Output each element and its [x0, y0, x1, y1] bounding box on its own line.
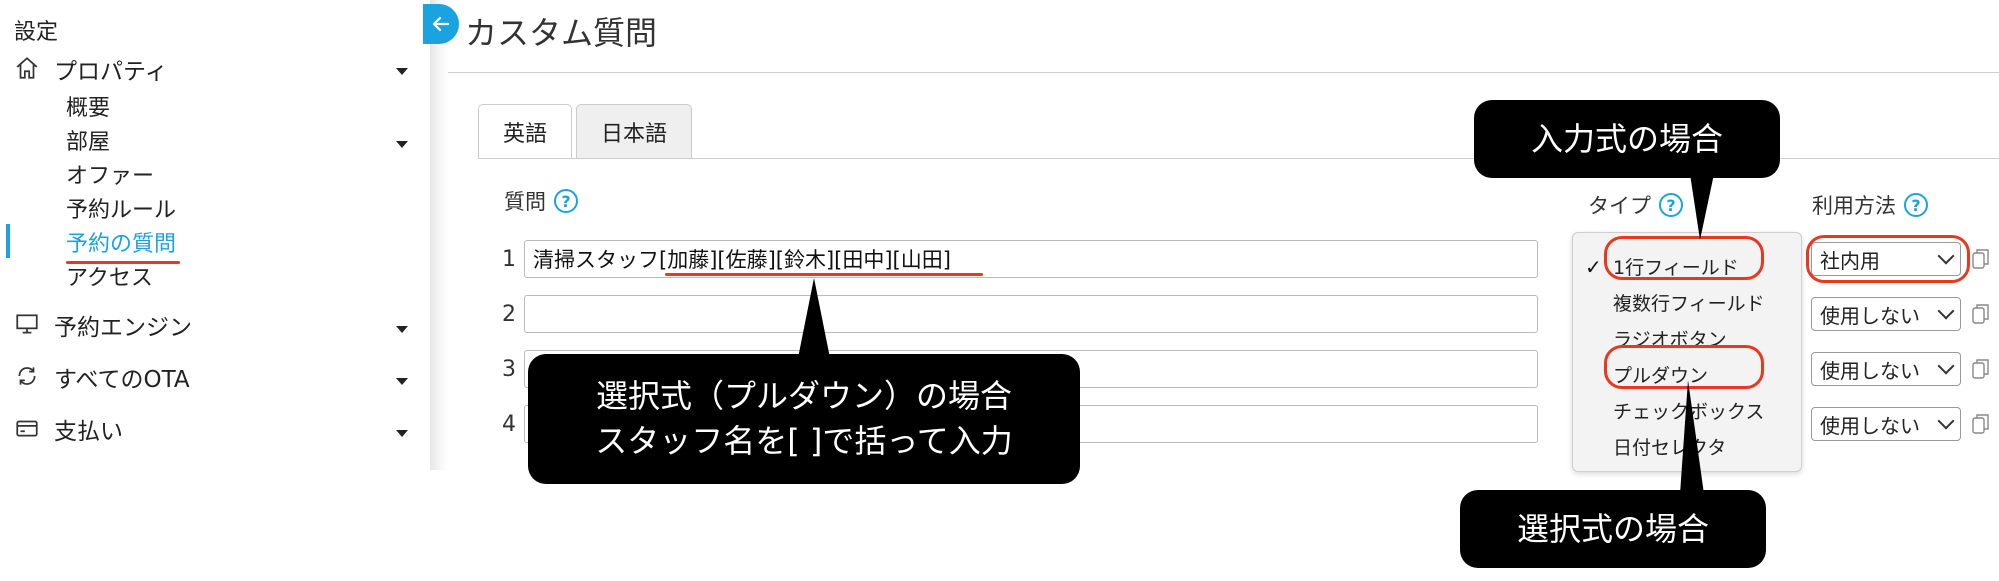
- usage-value: 使用しない: [1820, 413, 1920, 438]
- sidebar-group-booking-engine[interactable]: 予約エンジン: [14, 308, 192, 342]
- column-label: 質問: [504, 190, 546, 214]
- callout-line: 選択式（プルダウン）の場合: [595, 377, 1012, 416]
- column-label: タイプ: [1588, 194, 1651, 218]
- title-divider: [448, 72, 1999, 73]
- question-input-2[interactable]: [524, 295, 1538, 333]
- help-icon[interactable]: ?: [1659, 193, 1683, 217]
- usage-value: 使用しない: [1820, 358, 1920, 383]
- dropdown-option-date[interactable]: 日付セレクタ: [1613, 433, 1726, 460]
- callout-pointer: [1690, 174, 1714, 240]
- sidebar-group-label: 支払い: [54, 419, 123, 445]
- sidebar-item-offers[interactable]: オファー: [66, 158, 154, 190]
- sidebar-group-property[interactable]: プロパティ: [14, 52, 168, 86]
- settings-heading: 設定: [14, 20, 59, 45]
- sidebar-item-rooms[interactable]: 部屋: [66, 124, 110, 156]
- arrow-left-icon: [432, 16, 450, 32]
- monitor-icon: [14, 311, 42, 339]
- copy-icon[interactable]: [1972, 248, 1990, 270]
- callout-select-type: 選択式の場合: [1460, 490, 1766, 568]
- home-icon: [14, 55, 42, 83]
- highlight-ring: [1604, 236, 1764, 280]
- red-underline: [665, 273, 983, 276]
- help-icon[interactable]: ?: [554, 189, 578, 213]
- sidebar-item-overview[interactable]: 概要: [66, 90, 110, 122]
- chevron-down-icon[interactable]: [396, 68, 408, 75]
- usage-select-4[interactable]: 使用しない: [1811, 407, 1961, 441]
- chevron-down-icon[interactable]: [396, 430, 408, 437]
- help-icon[interactable]: ?: [1904, 193, 1928, 217]
- sidebar-group-label: プロパティ: [54, 59, 168, 85]
- sidebar-divider: [430, 0, 448, 470]
- usage-select-3[interactable]: 使用しない: [1811, 352, 1961, 386]
- chevron-down-icon[interactable]: [396, 378, 408, 385]
- question-input-1[interactable]: 清掃スタッフ[加藤][佐藤][鈴木][田中][山田]: [524, 240, 1538, 278]
- sidebar-group-label: すべてのOTA: [54, 367, 190, 393]
- chevron-down-icon: [1937, 357, 1955, 375]
- page-title: カスタム質問: [465, 14, 658, 52]
- highlight-ring: [1806, 235, 1970, 283]
- sidebar-item-booking-rules[interactable]: 予約ルール: [66, 192, 176, 224]
- callout-pointer: [1680, 380, 1704, 494]
- sidebar-item-booking-questions[interactable]: 予約の質問: [66, 226, 181, 264]
- callout-pointer: [798, 278, 830, 358]
- chevron-down-icon: [1937, 302, 1955, 320]
- sidebar-item-access[interactable]: アクセス: [66, 260, 153, 292]
- copy-icon[interactable]: [1972, 358, 1990, 380]
- active-indicator: [6, 224, 10, 258]
- callout-line: スタッフ名を[ ]で括って入力: [595, 422, 1013, 460]
- sidebar-group-payments[interactable]: 支払い: [14, 412, 123, 446]
- chevron-down-icon[interactable]: [396, 326, 408, 333]
- copy-icon[interactable]: [1972, 303, 1990, 325]
- sidebar-group-all-ota[interactable]: すべてのOTA: [14, 360, 190, 394]
- sync-icon: [14, 363, 42, 391]
- row-number: 4: [502, 412, 516, 437]
- column-question: 質問 ?: [504, 186, 578, 216]
- chevron-down-icon: [1937, 412, 1955, 430]
- sidebar-group-label: 予約エンジン: [54, 315, 192, 341]
- back-button[interactable]: [423, 4, 459, 44]
- credit-card-icon: [14, 415, 42, 443]
- row-number: 1: [502, 247, 516, 272]
- tab-japanese[interactable]: 日本語: [576, 104, 692, 159]
- row-number: 3: [502, 357, 516, 382]
- dropdown-option-multi-line[interactable]: 複数行フィールド: [1613, 289, 1765, 316]
- row-number: 2: [502, 302, 516, 327]
- sidebar: 設定 プロパティ 概要 部屋 オファー 予約ルール 予約の質問 アクセス 予約エ…: [0, 0, 430, 470]
- callout-pulldown-hint: 選択式（プルダウン）の場合 スタッフ名を[ ]で括って入力: [528, 354, 1080, 484]
- callout-input-type: 入力式の場合: [1474, 100, 1780, 178]
- copy-icon[interactable]: [1972, 413, 1990, 435]
- column-usage: 利用方法 ?: [1812, 190, 1928, 220]
- usage-select-2[interactable]: 使用しない: [1811, 297, 1961, 331]
- usage-value: 使用しない: [1820, 303, 1920, 328]
- check-icon: ✓: [1585, 255, 1602, 279]
- column-label: 利用方法: [1812, 194, 1896, 218]
- question-value: 清掃スタッフ[加藤][佐藤][鈴木][田中][山田]: [533, 248, 951, 272]
- tab-english[interactable]: 英語: [478, 104, 572, 159]
- column-type: タイプ ?: [1588, 190, 1683, 220]
- chevron-down-icon[interactable]: [396, 141, 408, 148]
- sidebar-item-label: 予約の質問: [66, 232, 177, 257]
